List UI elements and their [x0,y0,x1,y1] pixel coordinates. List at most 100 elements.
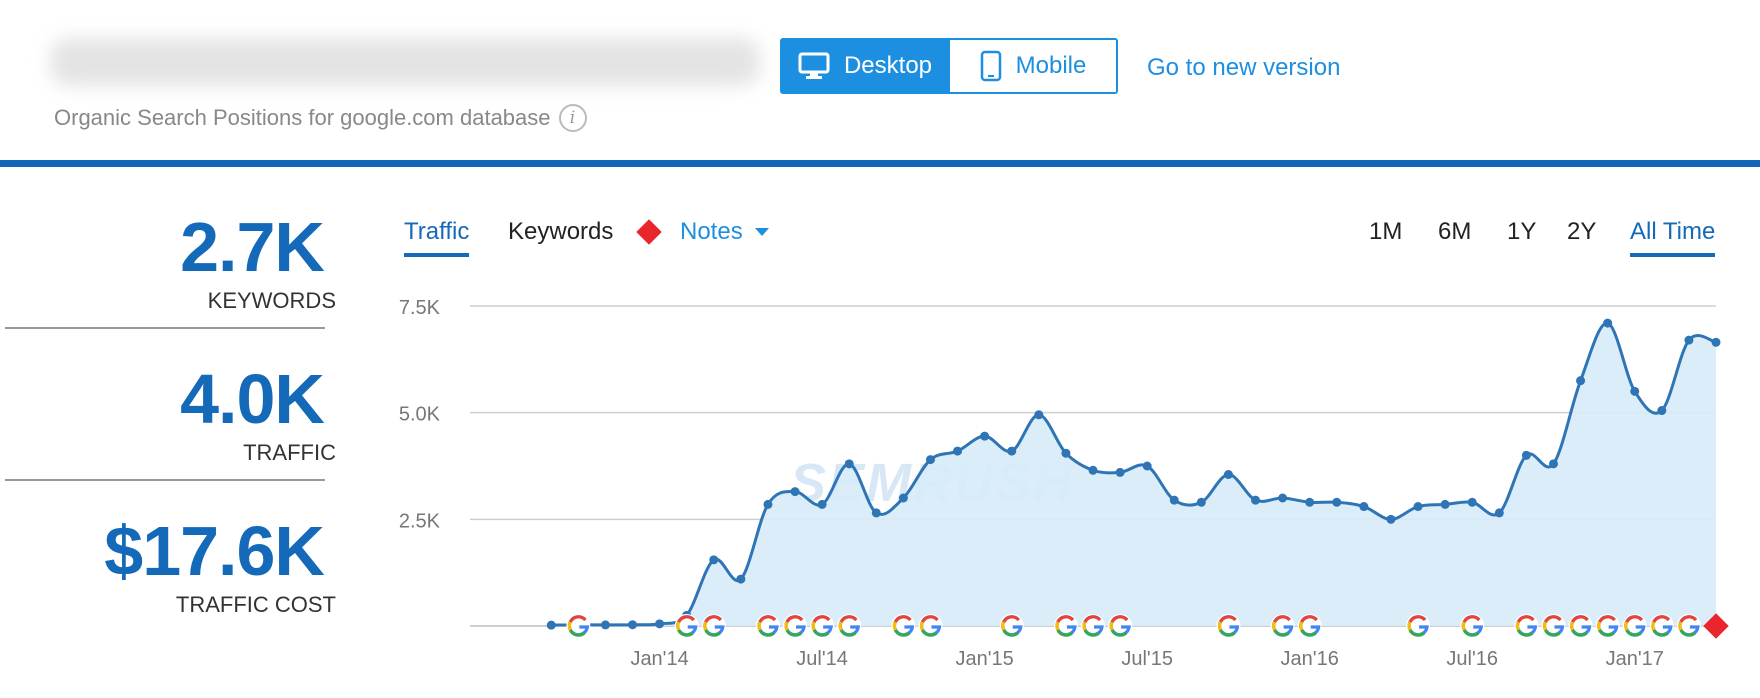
data-point [1603,318,1613,328]
data-point [1278,493,1288,503]
google-update-icon [1676,614,1701,638]
data-point [953,446,963,456]
google-update-icon [1270,614,1295,638]
data-point [790,487,800,497]
traffic-chart: 2.5K 5.0K 7.5K Jan'14 Jul'14 Jan'15 Jul'15 Jan'… [399,297,1729,670]
google-update-icon [1406,614,1431,638]
data-point [600,620,610,630]
google-icon-yellow [811,621,816,631]
google-icon-yellow [1515,621,1520,631]
google-update-icon [1460,614,1485,638]
data-point [1386,514,1396,524]
google-icon-yellow [1542,621,1547,631]
data-point [1576,376,1586,386]
google-update-icon [1568,614,1593,638]
google-update-icon [755,614,780,638]
google-icon-yellow [567,621,572,631]
data-point [1657,406,1667,416]
google-update-icon [1108,614,1133,638]
google-icon-yellow [1570,621,1575,631]
data-point [1684,335,1694,345]
google-icon-yellow [1299,621,1304,631]
google-update-icon [837,614,862,638]
x-tick-label: Jul'16 [1446,648,1498,670]
google-update-icon [1514,614,1539,638]
google-icon-yellow [1109,621,1114,631]
data-point [844,459,854,469]
x-tick-label: Jul'14 [796,648,848,670]
google-icon-yellow [1461,621,1466,631]
google-icon-yellow [1597,621,1602,631]
data-point [1359,502,1369,512]
google-update-icon [566,614,591,638]
google-icon-yellow [676,621,681,631]
data-point [1521,450,1531,460]
data-point [655,619,665,629]
data-point [1548,459,1558,469]
google-update-icon [918,614,943,638]
y-tick-label: 5.0K [399,404,441,426]
google-icon-yellow [1272,621,1277,631]
data-point [1169,495,1179,505]
x-tick-label: Jul'15 [1121,648,1173,670]
google-icon-yellow [784,621,789,631]
data-point [817,499,827,509]
data-point [1034,410,1044,420]
google-icon-yellow [1407,621,1412,631]
google-icon-yellow [1217,621,1222,631]
data-point [898,493,908,503]
google-icon-yellow [1055,621,1060,631]
google-update-icon [1081,614,1105,638]
data-point [736,574,746,584]
google-update-icon [891,614,916,638]
data-point [1711,337,1721,347]
data-point [1223,470,1233,480]
google-icon-yellow [838,621,843,631]
google-icon-yellow [703,621,708,631]
data-point [763,499,773,509]
traffic-area [551,323,1716,626]
google-update-icon [1541,614,1566,638]
data-point [925,455,935,465]
data-point [1196,497,1206,507]
data-point [546,620,556,630]
x-tick-label: Jan'15 [955,648,1013,670]
google-icon-yellow [892,621,897,631]
google-update-icon [999,614,1024,638]
google-icon-yellow [919,621,924,631]
google-update-icon [1595,614,1620,638]
data-point [1142,461,1152,471]
data-point [1061,448,1071,458]
data-point [1494,508,1504,518]
google-update-icon [674,614,699,638]
data-point [1088,465,1098,475]
google-icon-yellow [1001,621,1006,631]
data-point [1440,499,1450,509]
google-update-icon [1649,614,1674,638]
data-point [1413,502,1423,512]
google-update-icon [1053,614,1078,638]
google-update-icon [1216,614,1241,638]
data-point [1115,467,1125,477]
data-point [1467,497,1477,507]
google-update-icon [701,614,726,638]
data-point [1007,446,1017,456]
x-tick-label: Jan'17 [1606,648,1664,670]
google-update-icon [810,614,835,638]
google-icon-yellow [1651,621,1656,631]
y-tick-label: 7.5K [399,297,441,319]
google-update-icon [1297,614,1322,638]
data-point [1630,386,1640,396]
google-icon-yellow [1082,621,1087,631]
google-icon-yellow [757,621,762,631]
data-point [1305,497,1315,507]
google-update-icon [783,614,808,638]
data-point [980,431,990,441]
data-point [871,508,881,518]
google-icon-yellow [1678,621,1683,631]
data-point [1251,495,1261,505]
data-point [1332,497,1342,507]
x-tick-label: Jan'16 [1281,648,1339,670]
google-icon-yellow [1624,621,1629,631]
google-update-icon [1622,614,1647,638]
